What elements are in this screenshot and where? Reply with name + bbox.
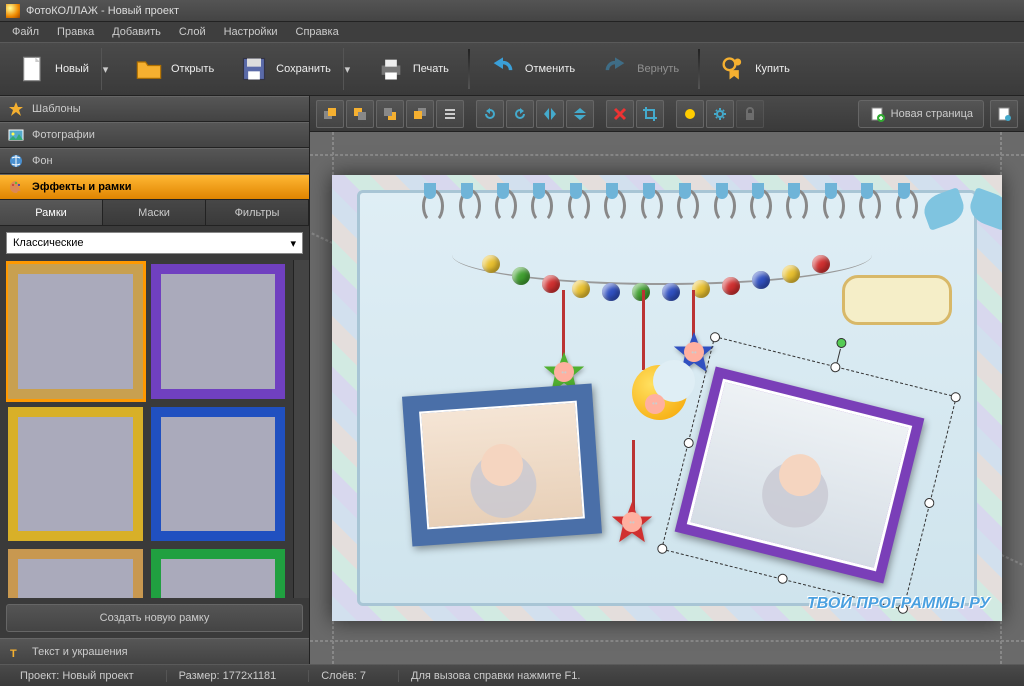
open-icon xyxy=(135,55,163,83)
print-icon xyxy=(377,55,405,83)
svg-text:T: T xyxy=(10,648,17,660)
frame-thumb[interactable] xyxy=(8,264,143,399)
sidebar-item-effects[interactable]: Эффекты и рамки xyxy=(0,174,309,200)
frame-thumb[interactable] xyxy=(151,407,286,542)
statusbar: Проект: Новый проект Размер: 1772x1181 С… xyxy=(0,664,1024,686)
palette-icon xyxy=(8,179,24,195)
new-icon xyxy=(19,55,47,83)
delete-icon[interactable] xyxy=(606,100,634,128)
tab-frames[interactable]: Рамки xyxy=(0,200,103,225)
globe-icon xyxy=(8,153,24,169)
tabs: Рамки Маски Фильтры xyxy=(0,200,309,226)
sidebar-item-photos[interactable]: Фотографии xyxy=(0,122,309,148)
rotate-left-icon[interactable] xyxy=(476,100,504,128)
menu-edit[interactable]: Правка xyxy=(49,24,102,40)
align-icon[interactable] xyxy=(436,100,464,128)
save-button[interactable]: Сохранить ▾ xyxy=(229,48,362,90)
baby-photo-1 xyxy=(402,384,602,547)
save-dropdown[interactable]: ▾ xyxy=(343,48,351,90)
settings-icon[interactable] xyxy=(706,100,734,128)
sidebar: Шаблоны Фотографии Фон Эффекты и рамки Р… xyxy=(0,96,310,664)
frame-thumb[interactable] xyxy=(8,549,143,598)
new-button[interactable]: Новый ▾ xyxy=(8,48,120,90)
separator xyxy=(698,49,700,89)
menu-file[interactable]: Файл xyxy=(4,24,47,40)
lock-icon[interactable] xyxy=(736,100,764,128)
workspace: Новая страница xyxy=(310,96,1024,664)
status-project: Проект: Новый проект xyxy=(8,670,146,682)
text-icon: T xyxy=(8,644,24,660)
menubar: Файл Правка Добавить Слой Настройки Спра… xyxy=(0,22,1024,42)
flip-h-icon[interactable] xyxy=(536,100,564,128)
frame-thumb[interactable] xyxy=(8,407,143,542)
tab-filters[interactable]: Фильтры xyxy=(206,200,309,225)
create-frame-button[interactable]: Создать новую рамку xyxy=(6,604,303,632)
watermark: ТВОИ ПРОГРАММЫ РУ xyxy=(807,595,990,613)
status-layers: Слоёв: 7 xyxy=(308,670,378,682)
moon-decoration: •• xyxy=(632,365,692,435)
chevron-down-icon: ▾ xyxy=(290,237,296,250)
send-backward-icon[interactable] xyxy=(376,100,404,128)
spiral-binding xyxy=(412,183,922,225)
buy-icon xyxy=(719,55,747,83)
canvas-area[interactable]: •• •• •• •• xyxy=(310,132,1024,664)
photo-frame-1[interactable] xyxy=(402,384,602,547)
photo-icon xyxy=(8,127,24,143)
main-toolbar: Новый ▾ Открыть Сохранить ▾ Печать Отмен… xyxy=(0,42,1024,96)
frame-thumb[interactable] xyxy=(151,549,286,598)
sidebar-item-text[interactable]: T Текст и украшения xyxy=(0,638,309,664)
sidebar-item-templates[interactable]: Шаблоны xyxy=(0,96,309,122)
open-button[interactable]: Открыть xyxy=(124,48,225,90)
tab-masks[interactable]: Маски xyxy=(103,200,206,225)
hang-string xyxy=(642,290,645,370)
print-button[interactable]: Печать xyxy=(366,48,460,90)
frame-thumb[interactable] xyxy=(151,264,286,399)
menu-layer[interactable]: Слой xyxy=(171,24,214,40)
save-icon xyxy=(240,55,268,83)
canvas[interactable]: •• •• •• •• xyxy=(332,175,1002,621)
effects-icon[interactable] xyxy=(676,100,704,128)
separator xyxy=(468,49,470,89)
flip-v-icon[interactable] xyxy=(566,100,594,128)
frames-grid xyxy=(6,260,287,598)
accordion: Шаблоны Фотографии Фон Эффекты и рамки xyxy=(0,96,309,200)
sidebar-item-background[interactable]: Фон xyxy=(0,148,309,174)
workspace-toolbar: Новая страница xyxy=(310,96,1024,132)
main-area: Шаблоны Фотографии Фон Эффекты и рамки Р… xyxy=(0,96,1024,664)
beads-decoration xyxy=(452,225,872,305)
app-icon xyxy=(6,4,20,18)
titlebar: ФотоКОЛЛАЖ - Новый проект xyxy=(0,0,1024,22)
send-back-icon[interactable] xyxy=(406,100,434,128)
undo-icon xyxy=(489,55,517,83)
status-size: Размер: 1772x1181 xyxy=(166,670,289,682)
menu-settings[interactable]: Настройки xyxy=(216,24,286,40)
window-title: ФотоКОЛЛАЖ - Новый проект xyxy=(26,5,179,17)
new-page-button[interactable]: Новая страница xyxy=(858,100,984,128)
menu-help[interactable]: Справка xyxy=(288,24,347,40)
new-dropdown[interactable]: ▾ xyxy=(101,48,109,90)
bow-decoration xyxy=(922,185,1002,245)
redo-icon xyxy=(601,55,629,83)
status-help: Для вызова справки нажмите F1. xyxy=(398,670,592,682)
bring-forward-icon[interactable] xyxy=(346,100,374,128)
page-settings-icon[interactable] xyxy=(990,100,1018,128)
effects-panel: Рамки Маски Фильтры Классические ▾ Созда… xyxy=(0,200,309,638)
bring-front-icon[interactable] xyxy=(316,100,344,128)
crop-icon[interactable] xyxy=(636,100,664,128)
undo-button[interactable]: Отменить xyxy=(478,48,586,90)
scrollbar[interactable] xyxy=(293,260,309,598)
buy-button[interactable]: Купить xyxy=(708,48,801,90)
star-icon xyxy=(8,101,24,117)
category-dropdown[interactable]: Классические ▾ xyxy=(6,232,303,254)
menu-add[interactable]: Добавить xyxy=(104,24,169,40)
page-add-icon xyxy=(869,106,885,122)
redo-button[interactable]: Вернуть xyxy=(590,48,690,90)
star-red: •• xyxy=(610,500,654,544)
rotate-right-icon[interactable] xyxy=(506,100,534,128)
